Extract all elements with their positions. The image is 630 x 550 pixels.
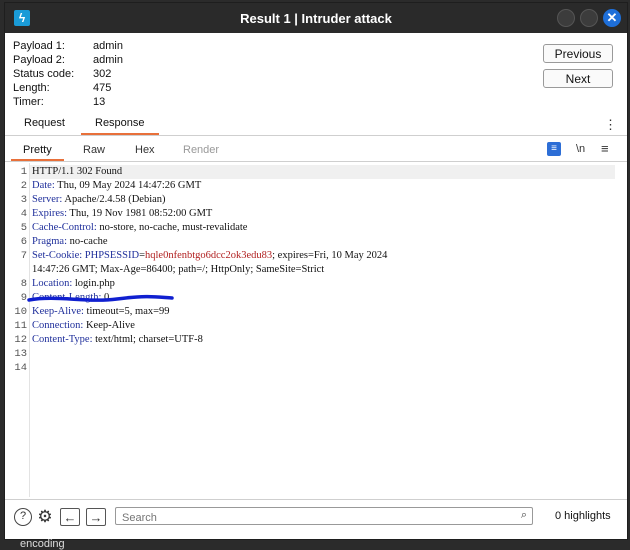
code-line: Server: Apache/2.4.58 (Debian) [32, 194, 166, 205]
line-number: 13 [14, 348, 27, 360]
code-line: Keep-Alive: timeout=5, max=99 [32, 306, 170, 317]
back-arrow-icon[interactable]: ← [60, 508, 80, 526]
search-input[interactable] [116, 510, 508, 526]
line-number: 12 [14, 334, 27, 346]
message-tabs: Request Response ⋮ [5, 115, 627, 136]
header-name: Pragma: [32, 236, 67, 247]
window-title: Result 1 | Intruder attack [240, 11, 392, 26]
info-value: 302 [93, 68, 112, 80]
tab-hex[interactable]: Hex [135, 144, 155, 156]
header-name: Keep-Alive: [32, 306, 84, 317]
line-text: no-cache [67, 236, 108, 247]
minimize-button[interactable] [557, 9, 575, 27]
tab-request[interactable]: Request [24, 117, 65, 129]
line-text: timeout=5, max=99 [83, 306, 170, 317]
code-line: Date: Thu, 09 May 2024 14:47:26 GMT [32, 180, 201, 191]
line-number: 9 [20, 292, 27, 304]
intruder-result-window: ϟ Result 1 | Intruder attack ✕ Payload 1… [4, 2, 628, 540]
info-label: Timer: [13, 96, 44, 108]
search-field[interactable]: ⌕ [115, 507, 533, 526]
code-line: Pragma: no-cache [32, 236, 108, 247]
line-number: 10 [14, 306, 27, 318]
line-text: Keep-Alive [83, 320, 135, 331]
info-value: 13 [93, 96, 106, 108]
header-name: Server: [32, 194, 63, 205]
result-info: Payload 1: admin Payload 2: admin Status c… [13, 39, 123, 109]
line-text: login.php [72, 278, 115, 289]
line-text: Apache/2.4.58 (Debian) [62, 194, 166, 205]
line-number: 1 [20, 166, 27, 178]
header-name: Content-Type: [32, 334, 93, 345]
header-name: Connection: [32, 320, 84, 331]
tab-render[interactable]: Render [183, 144, 219, 156]
tab-response[interactable]: Response [81, 117, 159, 135]
newline-toggle[interactable]: \n [576, 143, 585, 155]
line-number: 6 [20, 236, 27, 248]
title-bar: ϟ Result 1 | Intruder attack ✕ [5, 3, 627, 33]
maximize-button[interactable] [580, 9, 598, 27]
highlights-count: 0 highlights [555, 510, 611, 522]
annotation-scribble [27, 294, 174, 302]
code-line: Content-Type: text/html; charset=UTF-8 [32, 334, 203, 345]
header-name: Date: [32, 180, 55, 191]
line-number: 7 [20, 250, 27, 262]
code-line: Location: login.php [32, 278, 115, 289]
info-label: Length: [13, 82, 50, 94]
help-icon[interactable]: ? [14, 508, 32, 526]
info-label: Payload 1: [13, 40, 65, 52]
tab-raw[interactable]: Raw [83, 144, 105, 156]
code-line: Cache-Control: no-store, no-cache, must-… [32, 222, 247, 233]
info-row-payload2: Payload 2: admin [13, 53, 123, 67]
header-name: Cache-Control: [32, 222, 97, 233]
info-row-status: Status code: 302 [13, 67, 123, 81]
info-row-timer: Timer: 13 [13, 95, 123, 109]
close-button[interactable]: ✕ [603, 9, 621, 27]
info-value: admin [93, 54, 123, 66]
line-text: Thu, 19 Nov 1981 08:52:00 GMT [67, 208, 213, 219]
cookie-name: PHPSESSID [82, 250, 140, 261]
info-label: Payload 2: [13, 54, 65, 66]
info-value: 475 [93, 82, 112, 94]
background-text: encoding [20, 538, 65, 550]
info-row-length: Length: 475 [13, 81, 123, 95]
line-number: 14 [14, 362, 27, 374]
line-text: text/html; charset=UTF-8 [92, 334, 203, 345]
header-name: Location: [32, 278, 73, 289]
info-row-payload1: Payload 1: admin [13, 39, 123, 53]
line-number: 11 [14, 320, 27, 332]
cookie-value: hqle0nfenbtgo6dcc2ok3edu83 [145, 250, 273, 261]
next-button[interactable]: Next [543, 69, 613, 88]
more-options-icon[interactable]: ⋮ [604, 118, 617, 131]
code-line: Connection: Keep-Alive [32, 320, 135, 331]
code-line: Set-Cookie: PHPSESSID=hqle0nfenbtgo6dcc2… [32, 250, 387, 261]
status-bar: ? ⚙ ← → ⌕ 0 highlights [5, 499, 627, 539]
line-number: 3 [20, 194, 27, 206]
tab-pretty[interactable]: Pretty [11, 144, 64, 161]
info-value: admin [93, 40, 123, 52]
code-line: 14:47:26 GMT; Max-Age=86400; path=/; Htt… [32, 264, 324, 275]
previous-button[interactable]: Previous [543, 44, 613, 63]
info-label: Status code: [13, 68, 75, 80]
line-text: ; expires=Fri, 10 May 2024 [272, 250, 388, 261]
search-icon[interactable]: ⌕ [521, 509, 527, 522]
code-line: Expires: Thu, 19 Nov 1981 08:52:00 GMT [32, 208, 212, 219]
view-tabs: Pretty Raw Hex Render ≡ \n ≡ [5, 139, 627, 162]
line-number: 4 [20, 208, 27, 220]
line-text: no-store, no-cache, must-revalidate [96, 222, 248, 233]
menu-icon[interactable]: ≡ [601, 141, 609, 156]
line-number: 5 [20, 222, 27, 234]
line-number: 2 [20, 180, 27, 192]
line-number: 8 [20, 278, 27, 290]
code-line: HTTP/1.1 302 Found [32, 166, 122, 177]
header-name: Expires: [32, 208, 67, 219]
word-wrap-icon[interactable]: ≡ [547, 142, 561, 156]
response-editor[interactable]: 1 HTTP/1.1 302 Found 2 Date: Thu, 09 May 20… [5, 163, 627, 497]
line-text: HTTP/1.1 302 Found [32, 166, 123, 177]
line-text: 14:47:26 GMT; Max-Age=86400; path=/; Htt… [32, 264, 325, 275]
header-name: Set-Cookie: [32, 250, 83, 261]
line-text: Thu, 09 May 2024 14:47:26 GMT [54, 180, 202, 191]
forward-arrow-icon[interactable]: → [86, 508, 106, 526]
settings-gear-icon[interactable]: ⚙ [36, 508, 54, 526]
